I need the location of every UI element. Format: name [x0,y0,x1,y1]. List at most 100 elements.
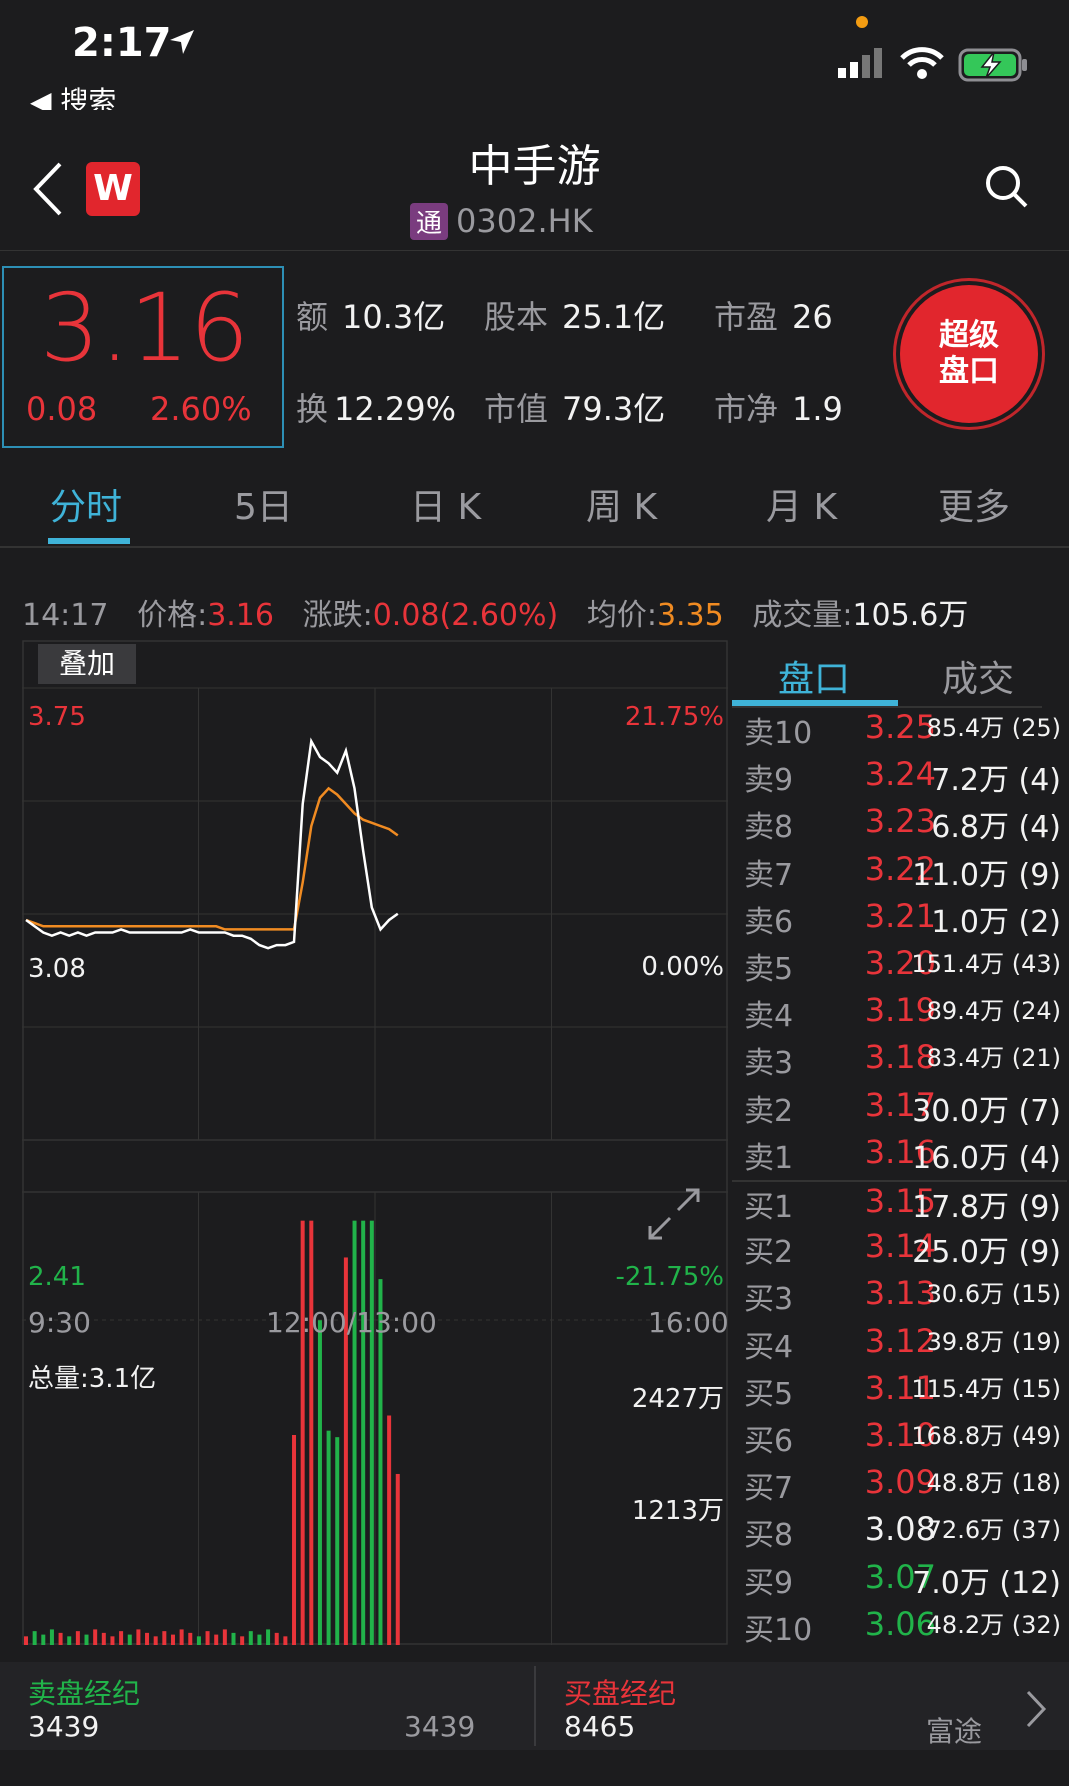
orderbook-level-label: 卖3 [744,1046,794,1082]
orderbook-volume: 17.8万 (9) [912,1190,1061,1225]
super-orderbook-button[interactable]: 超级 盘口 [900,285,1038,423]
volume-bar [32,1631,37,1645]
volume-bar [266,1629,271,1645]
ask-row[interactable]: 卖4 3.19 89.4万 (24) [732,991,1067,1038]
volume-bar [84,1634,89,1645]
orderbook-price: 3.06 [864,1604,936,1643]
broker-divider [534,1666,536,1746]
orderbook-price: 3.24 [864,755,936,794]
current-price: 3.16 [40,274,250,383]
orderbook-level-label: 买5 [744,1376,794,1412]
volume-bar [309,1220,314,1645]
ask-row[interactable]: 卖9 3.24 7.2万 (4) [732,755,1067,802]
bid-row[interactable]: 买8 3.08 72.6万 (37) [732,1510,1067,1557]
bid-row[interactable]: 买6 3.10 168.8万 (49) [732,1416,1067,1463]
volume-bar [162,1631,167,1645]
orderbook-price: 3.23 [864,802,936,841]
connect-badge: 通 [410,203,449,240]
orderbook-tabs: 盘口 成交 [732,640,1042,708]
orderbook-level-label: 卖6 [744,904,794,940]
total-volume-label: 总量:3.1亿 [28,1364,157,1394]
orderbook-volume: 89.4万 (24) [926,997,1061,1026]
stat-pe: 市盈 26 [714,298,833,336]
average-price-line [25,786,399,931]
volume-bar [317,1320,322,1645]
tab-5day[interactable]: 5日 [234,478,293,530]
stat-pb: 市净 1.9 [714,390,843,428]
location-arrow-icon [170,30,194,54]
buy-broker-id: 8465 [564,1710,636,1743]
volume-bar [24,1636,28,1645]
orderbook-volume: 85.4万 (25) [926,714,1061,742]
bid-row[interactable]: 买10 3.06 48.2万 (32) [732,1605,1067,1652]
ask-row[interactable]: 卖7 3.22 11.0万 (9) [732,850,1067,897]
volume-bar [153,1636,158,1645]
recording-dot-icon [856,16,868,28]
ask-row[interactable]: 卖2 3.17 30.0万 (7) [732,1086,1067,1133]
y-axis-bottom-label: 2.41 [28,1262,86,1292]
orderbook-level-label: 买10 [744,1612,813,1648]
volume-bar [326,1430,331,1645]
ask-row[interactable]: 卖6 3.21 1.0万 (2) [732,897,1067,944]
orderbook-level-label: 买1 [744,1190,794,1225]
orderbook-volume: 39.8万 (19) [926,1327,1061,1356]
orderbook-price: 3.18 [864,1038,936,1077]
volume-bar [214,1634,219,1645]
ask-row[interactable]: 卖1 3.16 16.0万 (4) [732,1133,1067,1180]
tab-trades[interactable]: 成交 [942,650,1014,702]
ask-row[interactable]: 卖3 3.18 83.4万 (21) [732,1038,1067,1085]
bid-row[interactable]: 买9 3.07 7.0万 (12) [732,1558,1067,1605]
bid-row[interactable]: 买2 3.14 25.0万 (9) [732,1227,1067,1274]
bid-row[interactable]: 买7 3.09 48.8万 (18) [732,1463,1067,1510]
volume-bar [145,1632,150,1645]
search-icon[interactable] [984,164,1030,210]
orderbook-price: 3.12 [864,1321,936,1360]
orderbook-tab-indicator [732,700,898,706]
pct-axis-top-label: 21.75% [624,702,724,732]
price-change: 0.08 [26,390,98,428]
tab-orderbook[interactable]: 盘口 [778,650,850,702]
bid-row[interactable]: 买3 3.13 30.6万 (15) [732,1274,1067,1321]
y-axis-mid-label: 3.08 [28,954,86,984]
chevron-right-icon[interactable] [1024,1688,1050,1730]
bid-row[interactable]: 买5 3.11 115.4万 (15) [732,1369,1067,1416]
volume-bar [41,1634,46,1645]
overlay-button[interactable]: 叠加 [38,644,136,684]
volume-bar [257,1634,262,1645]
price-change-pct: 2.60% [150,390,252,428]
orderbook-level-label: 买3 [744,1282,794,1318]
x-axis-start-label: 9:30 [28,1306,91,1339]
orderbook-level-label: 买2 [744,1235,794,1271]
ask-row[interactable]: 卖5 3.20 151.4万 (43) [732,944,1067,991]
tab-monthly-k[interactable]: 月 K [766,478,837,530]
tab-intraday[interactable]: 分时 [50,478,122,530]
volume-bar [67,1636,72,1645]
orderbook-price: 3.08 [864,1510,936,1549]
chart-period-tabs: 分时 5日 日 K 周 K 月 K 更多 [0,460,1069,548]
tab-more[interactable]: 更多 [938,478,1010,530]
pct-axis-bottom-label: -21.75% [615,1262,724,1292]
orderbook-volume: 151.4万 (43) [911,950,1061,978]
tab-daily-k[interactable]: 日 K [410,478,481,530]
orderbook-volume: 72.6万 (37) [926,1516,1061,1545]
stat-turnover-rate: 换 12.29% [296,390,457,428]
volume-bar [75,1631,80,1645]
battery-charging-icon [958,48,1027,82]
orderbook-price: 3.25 [864,708,936,746]
orderbook-volume: 83.4万 (21) [926,1044,1061,1073]
tab-weekly-k[interactable]: 周 K [586,478,657,530]
sell-broker-id-2: 3439 [404,1710,476,1743]
ask-row[interactable]: 卖10 3.25 85.4万 (25) [732,708,1067,755]
orderbook-level-label: 卖8 [744,810,794,846]
stock-header: W 中手游 通 0302.HK [0,110,1069,251]
ask-row[interactable]: 卖8 3.23 6.8万 (4) [732,802,1067,849]
orderbook-level-label: 卖10 [744,716,813,751]
orderbook-level-label: 卖7 [744,857,794,893]
stat-turnover-amount: 额 10.3亿 [296,298,446,336]
volume-bar [240,1636,245,1645]
bid-row[interactable]: 买4 3.12 39.8万 (19) [732,1322,1067,1369]
volume-bar [361,1220,366,1645]
bid-row[interactable]: 买1 3.15 17.8万 (9) [732,1180,1067,1229]
expand-icon[interactable] [646,1186,702,1242]
volume-bar [188,1632,193,1645]
